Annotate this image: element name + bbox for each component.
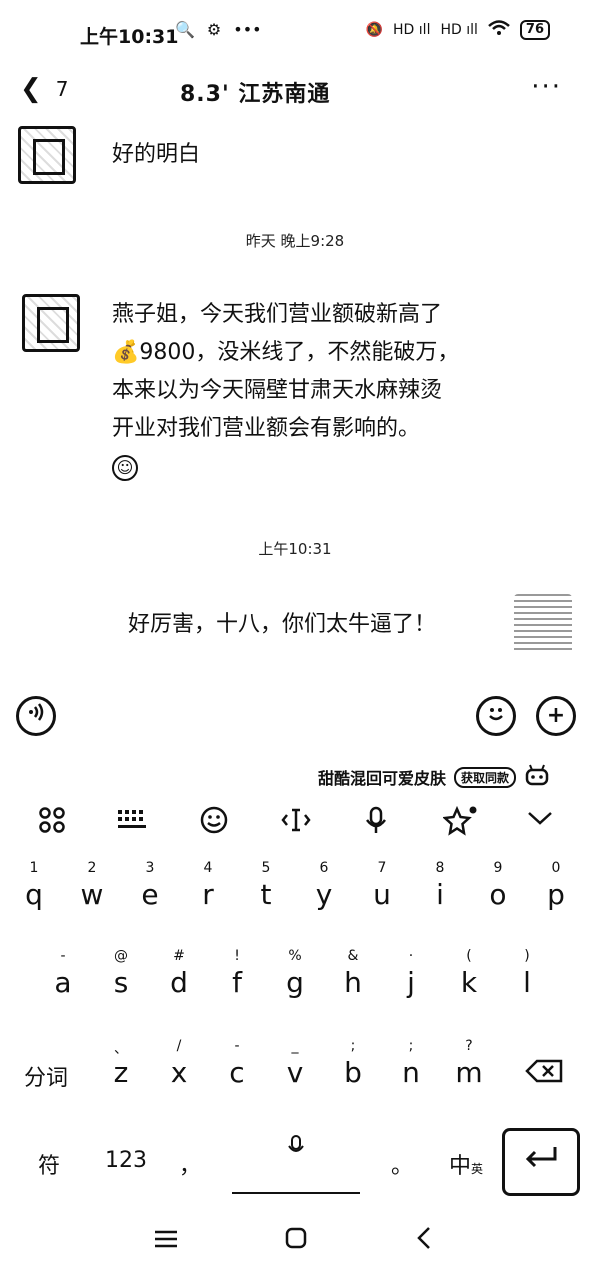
key-o[interactable]: 9o	[473, 860, 523, 911]
lang-switch-key[interactable]: 中英	[438, 1148, 494, 1180]
key-x[interactable]: / x	[154, 1038, 204, 1089]
more-options-button[interactable]: ···	[531, 72, 562, 102]
chat-header: ❮ 7 8.3' 江苏南通 ···	[0, 66, 590, 116]
emoji-icon	[482, 708, 510, 733]
skin-star-icon[interactable]	[440, 805, 480, 842]
emoji-button[interactable]	[476, 696, 516, 736]
back-nav-button[interactable]	[404, 1226, 444, 1257]
back-button[interactable]: ❮ 7	[20, 74, 69, 104]
message-timestamp: 上午10:31	[258, 540, 332, 558]
microphone-icon[interactable]	[356, 806, 396, 842]
key-g[interactable]: % g	[270, 948, 320, 999]
status-time: 上午10:31	[80, 26, 179, 48]
outgoing-message: 好厉害，十八，你们太牛逼了！	[112, 596, 504, 654]
menu-nav-button[interactable]	[146, 1226, 186, 1256]
key-e[interactable]: 3e	[125, 860, 175, 911]
contact-avatar[interactable]	[18, 126, 76, 184]
smile-emoji-icon: ☺	[112, 455, 138, 481]
emoji-panel-icon[interactable]	[194, 806, 234, 840]
message-line: 💰9800，没米线了，不然能破万，	[112, 340, 460, 365]
key-z[interactable]: 、 z	[96, 1038, 146, 1089]
key-k[interactable]: (k	[444, 948, 494, 999]
mute-icon: 🔕	[365, 22, 384, 38]
home-nav-button[interactable]	[276, 1226, 316, 1257]
keyboard-layout-icon[interactable]	[112, 806, 152, 838]
chat-title: 8.3' 江苏南通	[180, 82, 331, 107]
key-y[interactable]: 6y	[299, 860, 349, 911]
voice-input-button[interactable]	[16, 696, 56, 736]
wifi-icon	[488, 20, 510, 40]
keyboard-toolbar	[0, 805, 590, 846]
message-text: 燕子姐，今天我们营业额破新高了 💰9800，没米线了，不然能破万， 本来以为今天…	[112, 296, 459, 486]
segment-key[interactable]: 分词	[18, 1060, 74, 1092]
message-timestamp: 昨天 晚上9:28	[245, 232, 345, 250]
chevron-down-icon[interactable]	[520, 806, 560, 834]
enter-key[interactable]	[502, 1128, 580, 1196]
get-skin-chip[interactable]: 获取同款	[453, 766, 516, 788]
status-bar: 上午10:31 🔍 ⚙ ••• 🔕 HD ıll HD ıll 76	[0, 0, 590, 66]
battery-indicator: 76	[519, 20, 550, 40]
message-line: 开业对我们营业额会有影响的。	[112, 416, 421, 441]
backspace-key[interactable]	[522, 1058, 568, 1090]
numbers-key[interactable]: 123	[96, 1148, 156, 1173]
settings-status-icon: ⚙	[206, 20, 222, 39]
key-w[interactable]: 2w	[67, 860, 117, 911]
self-avatar[interactable]	[514, 594, 572, 654]
banner-text: 甜酷混回可爱皮肤	[317, 769, 446, 788]
key-i[interactable]: 8i	[415, 860, 465, 911]
key-t[interactable]: 5t	[241, 860, 291, 911]
system-nav-bar	[0, 1222, 590, 1272]
unread-count: 7	[55, 77, 69, 101]
signal-icon: HD ıll	[393, 22, 431, 38]
comma-key[interactable]: ，	[170, 1148, 210, 1180]
apps-grid-icon[interactable]	[32, 806, 72, 840]
key-v[interactable]: _ v	[270, 1038, 320, 1089]
search-status-icon: 🔍	[175, 20, 195, 39]
key-f[interactable]: ! f	[212, 948, 262, 999]
symbol-key[interactable]: 符	[24, 1148, 74, 1180]
skin-banner[interactable]: 甜酷混回可爱皮肤 获取同款	[318, 764, 550, 790]
plus-button[interactable]: +	[536, 696, 576, 736]
chevron-left-icon: ❮	[20, 74, 42, 104]
backspace-icon	[525, 1059, 565, 1090]
voice-icon	[26, 703, 46, 728]
contact-avatar[interactable]	[22, 294, 80, 352]
key-l[interactable]: ) l	[502, 948, 552, 999]
key-s[interactable]: @ s	[96, 948, 146, 999]
key-r[interactable]: 4r	[183, 860, 233, 911]
key-p[interactable]: 0p	[531, 860, 581, 911]
space-mic-icon	[286, 1135, 306, 1165]
key-a[interactable]: -a	[38, 948, 88, 999]
key-m[interactable]: ? m	[444, 1038, 494, 1089]
key-n[interactable]: ; n	[386, 1038, 436, 1089]
key-b[interactable]: ; b	[328, 1038, 378, 1089]
signal2-icon: HD ıll	[440, 22, 478, 38]
key-d[interactable]: # d	[154, 948, 204, 999]
space-key[interactable]	[232, 1134, 360, 1194]
key-h[interactable]: & h	[328, 948, 378, 999]
message-line: 本来以为今天隔壁甘肃天水麻辣烫	[112, 378, 443, 403]
enter-icon	[521, 1147, 561, 1177]
key-c[interactable]: -c	[212, 1038, 262, 1089]
keyboard: 甜酷混回可爱皮肤 获取同款 1q 2w 3e 4r 5 t 6 y 7 u 8 …	[0, 756, 590, 1216]
key-q[interactable]: 1q	[9, 860, 59, 911]
cursor-move-icon[interactable]	[276, 806, 316, 840]
robot-icon[interactable]	[524, 764, 550, 790]
period-key[interactable]: 。	[382, 1148, 422, 1180]
message-text: 好的明白	[112, 142, 201, 167]
message-line: 燕子姐，今天我们营业额破新高了	[112, 302, 443, 327]
more-status-icon: •••	[233, 20, 262, 39]
plus-icon: +	[546, 703, 566, 728]
key-j[interactable]: · j	[386, 948, 436, 999]
key-u[interactable]: 7u	[357, 860, 407, 911]
